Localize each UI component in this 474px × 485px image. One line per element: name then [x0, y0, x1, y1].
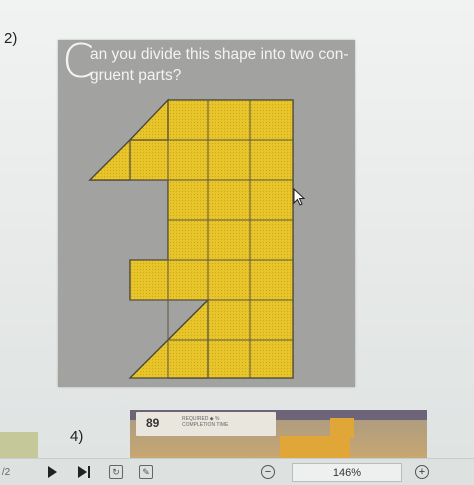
- shape-bottom-triangle: [128, 298, 209, 379]
- annotate-icon: ✎: [139, 465, 153, 479]
- next-page-icon: [78, 466, 87, 478]
- play-icon: [47, 466, 57, 478]
- document-page: 2) C an you divide this shape into two c…: [0, 0, 474, 458]
- preview-score: 89: [146, 416, 160, 430]
- puzzle-card: C an you divide this shape into two con-…: [58, 38, 355, 387]
- zoom-out-button[interactable]: −: [258, 459, 278, 485]
- zoom-level-field[interactable]: 146%: [292, 463, 402, 482]
- zoom-in-button[interactable]: +: [412, 459, 432, 485]
- question-text: an you divide this shape into two con-gr…: [90, 46, 349, 84]
- viewer-toolbar: /2 ↻ ✎ − 146% +: [0, 458, 474, 485]
- preview-score-banner: 89 REQUIRED ◆ % COMPLETION TIME: [136, 412, 276, 436]
- preview-meta: REQUIRED ◆ % COMPLETION TIME: [182, 416, 228, 428]
- previous-page-thumbnail[interactable]: [0, 432, 38, 458]
- shape-mid-triangle: [88, 138, 131, 181]
- question-number-4: 4): [70, 428, 84, 445]
- next-page-button[interactable]: [74, 459, 94, 485]
- zoom-in-icon: +: [415, 465, 429, 479]
- play-button[interactable]: [44, 459, 60, 485]
- question-number-2: 2): [4, 30, 18, 47]
- rotate-icon: ↻: [109, 465, 123, 479]
- preview-block: [330, 418, 354, 438]
- annotate-button[interactable]: ✎: [136, 459, 156, 485]
- next-page-preview[interactable]: 89 REQUIRED ◆ % COMPLETION TIME: [130, 410, 427, 458]
- cursor-icon: [293, 188, 305, 206]
- puzzle-shape: [88, 98, 294, 379]
- preview-meta-line2: COMPLETION TIME: [182, 422, 229, 428]
- rotate-button[interactable]: ↻: [106, 459, 126, 485]
- page-number: /2: [1, 466, 11, 478]
- zoom-out-icon: −: [261, 465, 275, 479]
- preview-block: [280, 436, 350, 458]
- shape-top-triangle: [128, 98, 169, 141]
